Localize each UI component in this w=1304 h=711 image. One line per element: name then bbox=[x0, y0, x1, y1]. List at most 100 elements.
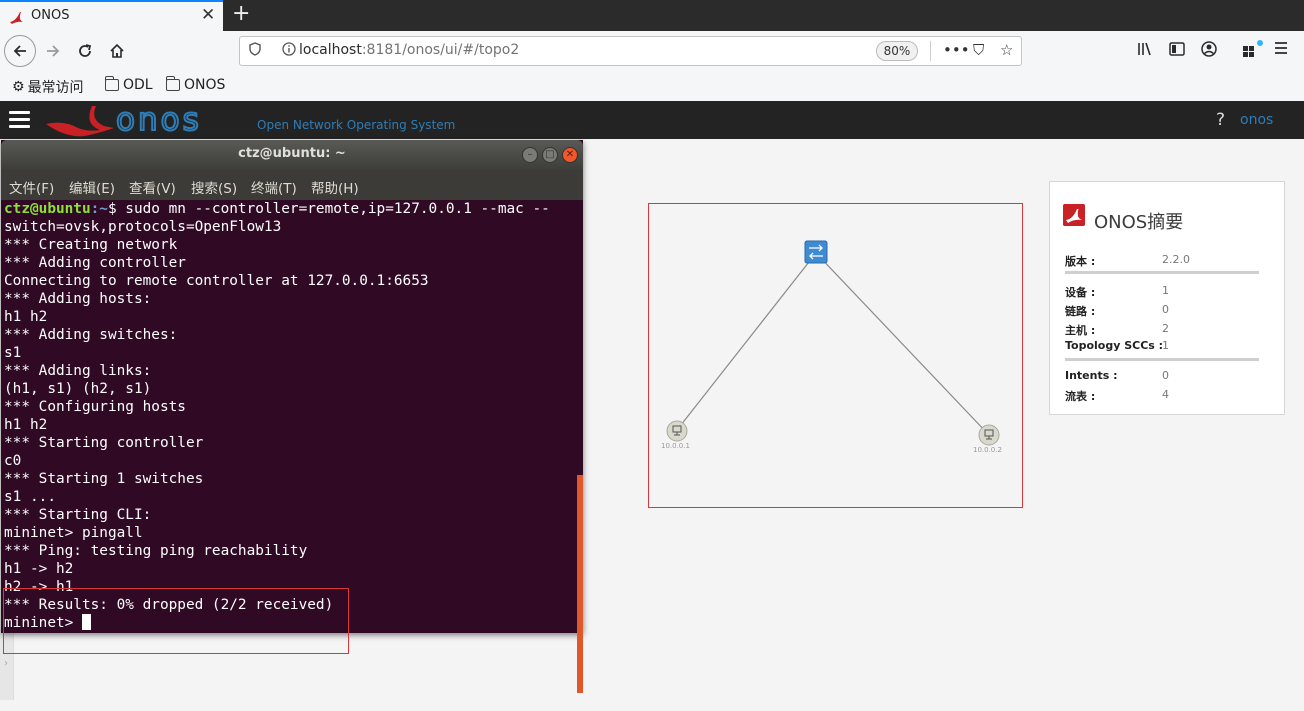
terminal-line: *** Ping: testing ping reachability bbox=[4, 543, 308, 559]
terminal-output[interactable]: ctz@ubuntu:~$ sudo mn --controller=remot… bbox=[1, 200, 583, 693]
account-icon[interactable] bbox=[1200, 40, 1218, 58]
library-icon[interactable] bbox=[1136, 40, 1154, 58]
terminal-line: *** Adding switches: bbox=[4, 327, 178, 343]
terminal-line: switch=ovsk,protocols=OpenFlow13 bbox=[4, 219, 282, 235]
sccs-label: Topology SCCs : bbox=[1065, 339, 1164, 352]
devices-label: 设备 : bbox=[1065, 286, 1096, 299]
pingall-highlight-box bbox=[3, 588, 349, 654]
help-button[interactable]: ? bbox=[1216, 110, 1225, 130]
terminal-line: *** Configuring hosts bbox=[4, 399, 186, 415]
version-label: 版本 : bbox=[1065, 255, 1096, 268]
terminal-text: ctz@ubuntu:~$ sudo mn --controller=remot… bbox=[4, 200, 550, 632]
terminal-titlebar[interactable]: ctz@ubuntu: ~ – □ ✕ bbox=[1, 140, 583, 170]
terminal-line: h1 -> h2 bbox=[4, 561, 74, 577]
gear-icon: ⚙ bbox=[12, 79, 25, 95]
terminal-line: *** Adding hosts: bbox=[4, 291, 152, 307]
navigation-toolbar: localhost:8181/onos/ui/#/topo2 80% ••• ⛉… bbox=[0, 31, 1304, 71]
terminal-line: *** Starting controller bbox=[4, 435, 204, 451]
intents-value: 0 bbox=[1162, 369, 1169, 382]
terminal-line-command: ctz@ubuntu:~$ sudo mn --controller=remot… bbox=[4, 201, 550, 217]
menu-edit[interactable]: 编辑(E) bbox=[69, 177, 115, 197]
hosts-label: 主机 : bbox=[1065, 324, 1096, 337]
terminal-line: h1 h2 bbox=[4, 309, 48, 325]
browser-tab-onos[interactable]: ONOS ✕ bbox=[0, 0, 223, 31]
page-actions-icon[interactable]: ••• bbox=[943, 41, 970, 59]
forward-button[interactable] bbox=[38, 36, 68, 66]
intents-label: Intents : bbox=[1065, 369, 1118, 382]
menu-help[interactable]: 帮助(H) bbox=[311, 177, 359, 197]
back-button[interactable] bbox=[4, 35, 36, 67]
bookmark-star-icon[interactable]: ☆ bbox=[1000, 41, 1013, 59]
chevron-right-icon: › bbox=[4, 658, 8, 669]
forward-arrow-icon bbox=[47, 45, 60, 57]
notification-dot bbox=[1257, 40, 1263, 46]
shield-icon bbox=[249, 42, 261, 56]
links-label: 链路 : bbox=[1065, 305, 1096, 318]
bookmark-folder-onos[interactable]: ONOS bbox=[166, 76, 225, 93]
home-button[interactable] bbox=[102, 36, 132, 66]
topology-graph bbox=[666, 240, 1000, 446]
summary-divider bbox=[1065, 358, 1259, 361]
version-value: 2.2.0 bbox=[1162, 253, 1190, 266]
new-tab-button[interactable]: + bbox=[232, 2, 250, 26]
site-info-icons[interactable] bbox=[248, 42, 297, 58]
flows-label: 流表 : bbox=[1065, 390, 1096, 403]
terminal-window[interactable]: ctz@ubuntu: ~ – □ ✕ 文件(F) 编辑(E) 查看(V) 搜索… bbox=[1, 140, 583, 693]
onos-summary-panel: ONOS摘要 版本 : 2.2.0 设备 : 1 链路 : 0 主机 : 2 T… bbox=[1049, 181, 1285, 415]
bookmark-folder-odl[interactable]: ODL bbox=[105, 76, 153, 93]
url-divider bbox=[930, 41, 931, 61]
menu-terminal[interactable]: 终端(T) bbox=[251, 177, 297, 197]
folder-icon bbox=[166, 76, 180, 91]
reload-icon bbox=[79, 44, 92, 57]
back-arrow-icon bbox=[13, 45, 26, 57]
tab-close-icon[interactable]: ✕ bbox=[201, 5, 215, 25]
url-text[interactable]: localhost:8181/onos/ui/#/topo2 bbox=[299, 42, 519, 58]
terminal-line: *** Adding links: bbox=[4, 363, 152, 379]
terminal-line: *** Starting CLI: bbox=[4, 507, 152, 523]
terminal-line: *** Starting 1 switches bbox=[4, 471, 204, 487]
sidebar-icon[interactable] bbox=[1168, 40, 1186, 58]
nav-menu-button[interactable] bbox=[9, 111, 30, 128]
host-h2-label: 10.0.0.2 bbox=[973, 446, 1002, 454]
onos-summary-logo-icon bbox=[1063, 204, 1085, 226]
onos-masthead: onos Open Network Operating System ? ono… bbox=[0, 101, 1304, 139]
menu-file[interactable]: 文件(F) bbox=[9, 177, 54, 197]
menu-search[interactable]: 搜索(S) bbox=[191, 177, 237, 197]
close-button[interactable]: ✕ bbox=[562, 147, 578, 163]
onos-bird-logo-icon bbox=[46, 106, 114, 137]
menu-view[interactable]: 查看(V) bbox=[129, 177, 176, 197]
terminal-line: (h1, s1) (h2, s1) bbox=[4, 381, 152, 397]
address-bar[interactable]: localhost:8181/onos/ui/#/topo2 80% ••• ⛉… bbox=[239, 36, 1022, 66]
zoom-level-badge[interactable]: 80% bbox=[876, 41, 918, 61]
terminal-line: c0 bbox=[4, 453, 22, 469]
pocket-icon[interactable]: ⛉ bbox=[973, 41, 984, 59]
user-menu[interactable]: onos bbox=[1240, 112, 1273, 128]
onos-logo-wordmark: onos bbox=[115, 101, 202, 139]
terminal-title: ctz@ubuntu: ~ bbox=[238, 146, 346, 161]
bookmark-most-visited[interactable]: ⚙ 最常访问 bbox=[12, 77, 84, 97]
link-h2-s1 bbox=[815, 252, 989, 435]
host-h2[interactable] bbox=[978, 424, 1000, 446]
terminal-line: *** Adding controller bbox=[4, 255, 186, 271]
terminal-line: Connecting to remote controller at 127.0… bbox=[4, 273, 429, 289]
link-h1-s1 bbox=[676, 252, 817, 431]
summary-divider bbox=[1065, 271, 1259, 274]
host-h1[interactable] bbox=[666, 420, 688, 442]
flows-value: 4 bbox=[1162, 388, 1169, 401]
bookmark-label: 最常访问 bbox=[27, 80, 84, 96]
reload-button[interactable] bbox=[70, 36, 100, 66]
onos-favicon-icon bbox=[10, 12, 23, 24]
terminal-line: s1 ... bbox=[4, 489, 56, 505]
terminal-line: s1 bbox=[4, 345, 22, 361]
minimize-button[interactable]: – bbox=[522, 147, 538, 163]
folder-icon bbox=[105, 76, 119, 91]
switch-s1[interactable] bbox=[804, 240, 828, 264]
hosts-value: 2 bbox=[1162, 322, 1169, 335]
onos-subtitle: Open Network Operating System bbox=[257, 118, 456, 132]
sccs-value: 1 bbox=[1162, 339, 1169, 352]
hamburger-menu-icon[interactable] bbox=[1273, 40, 1289, 56]
terminal-scrollbar[interactable] bbox=[577, 475, 583, 693]
home-icon bbox=[110, 43, 124, 58]
maximize-button[interactable]: □ bbox=[542, 147, 558, 163]
bookmarks-toolbar: ⚙ 最常访问 ODL ONOS bbox=[0, 71, 1304, 101]
